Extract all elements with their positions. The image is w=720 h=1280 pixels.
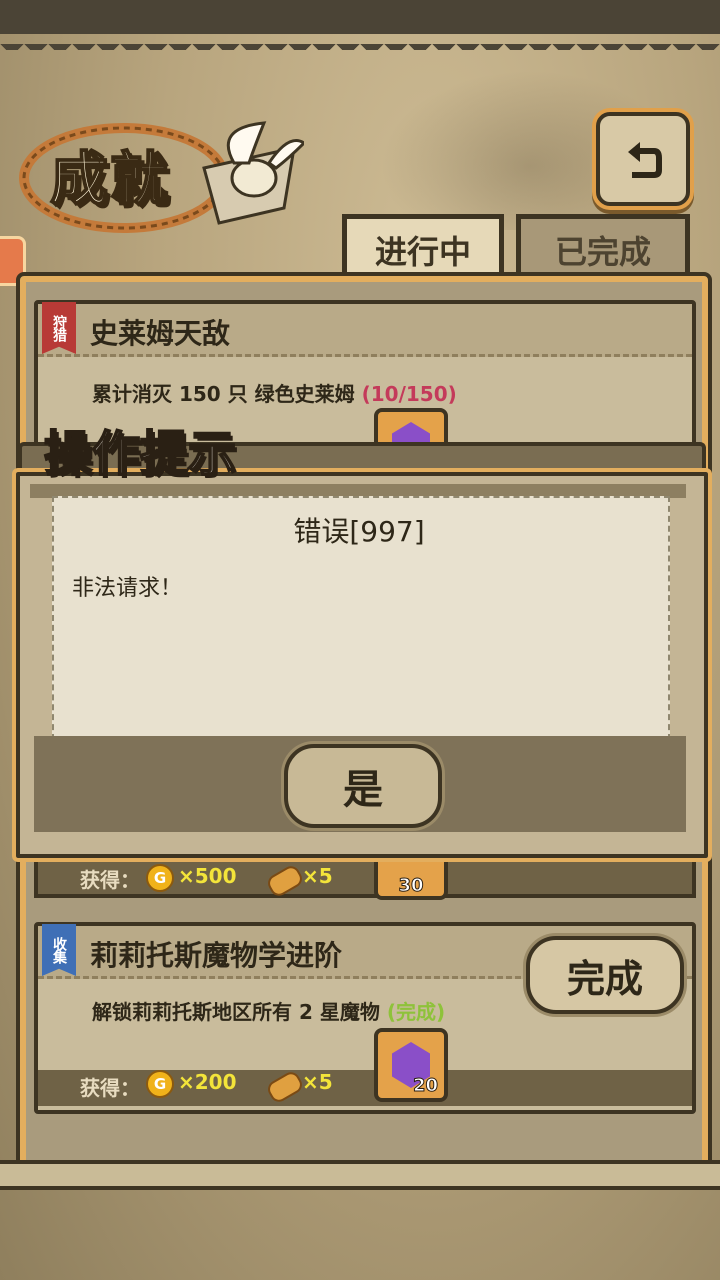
gem-count: 20 (412, 1075, 438, 1097)
tab-in-progress[interactable]: 进行中 (342, 214, 504, 281)
achievement-description: 解锁莉莉托斯地区所有 2 星魔物 (完成) (92, 996, 445, 1025)
complete-button[interactable]: 完成 (526, 936, 684, 1014)
description-text: 解锁莉莉托斯地区所有 2 星魔物 (92, 1000, 380, 1024)
description-text: 累计消灭 150 只 绿色史莱姆 (92, 382, 355, 406)
panel-bottom-edge (0, 1160, 720, 1190)
gem-count: 30 (398, 875, 424, 897)
dialog-title: 操作提示 (43, 425, 237, 483)
achievement-title: 史莱姆天敌 (90, 317, 231, 350)
achievement-description: 累计消灭 150 只 绿色史莱姆 (10/150) (92, 378, 457, 407)
progress-text: (完成) (386, 1000, 446, 1024)
gold-amount: ×500 (178, 864, 237, 888)
gold-coin-icon: G (146, 1070, 174, 1098)
category-badge: 收集 (42, 924, 76, 976)
gold-coin-icon: G (146, 864, 174, 892)
bread-amount: ×5 (302, 1070, 333, 1094)
bread-amount: ×5 (302, 864, 333, 888)
progress-text: (10/150) (361, 382, 457, 406)
page-title: 成就 (49, 144, 171, 214)
tab-completed-label: 已完成 (554, 233, 651, 271)
dialog-message: 非法请求！ (72, 576, 183, 601)
confirm-button[interactable]: 是 (284, 744, 442, 828)
category-badge: 狩猎 (42, 302, 76, 354)
back-button[interactable] (596, 112, 690, 206)
achievement-title: 莉莉托斯魔物学进阶 (90, 939, 343, 972)
tab-completed[interactable]: 已完成 (516, 214, 690, 281)
tab-in-progress-label: 进行中 (374, 233, 471, 271)
back-arrow-icon (628, 142, 662, 178)
reward-label: 获得： (80, 1076, 140, 1100)
dialog-heading: 错误[997] (293, 515, 425, 548)
torn-edge (0, 20, 720, 50)
reward-label: 获得： (80, 868, 140, 892)
gem-reward-box[interactable]: 20 (374, 1028, 448, 1102)
gold-amount: ×200 (178, 1070, 237, 1094)
